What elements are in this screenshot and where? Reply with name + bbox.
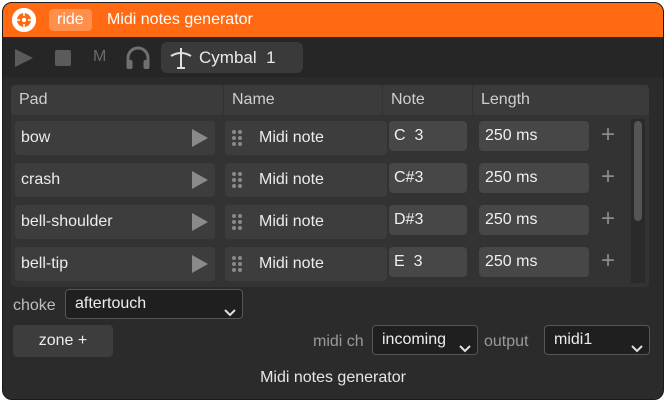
table-row: bell-shoulder Midi note D#3 250 ms + (11, 203, 631, 243)
midi-ch-select[interactable]: incoming (372, 325, 478, 355)
headphones-icon[interactable] (123, 43, 153, 78)
cymbal-icon (169, 47, 193, 74)
add-button[interactable]: + (601, 123, 615, 147)
length-field[interactable]: 250 ms (479, 163, 589, 193)
length-field[interactable]: 250 ms (479, 121, 589, 151)
play-icon[interactable] (191, 171, 209, 194)
choke-label: choke (13, 297, 56, 314)
choke-select[interactable]: aftertouch (65, 289, 243, 319)
scrollbar[interactable] (631, 119, 645, 283)
name-label: Midi note (259, 171, 324, 188)
zone-add-button[interactable]: zone + (13, 325, 113, 357)
mute-button[interactable]: M (93, 48, 106, 66)
play-icon[interactable] (191, 255, 209, 278)
midi-ch-value: incoming (382, 331, 447, 348)
pad-table: Pad Name Note Length bow Midi note C 3 2… (11, 85, 649, 287)
note-field[interactable]: D#3 (389, 205, 467, 235)
note-field[interactable]: E 3 (389, 247, 467, 277)
footer-title: Midi notes generator (260, 369, 406, 386)
instrument-selector[interactable]: Cymbal 1 (161, 42, 303, 73)
table-row: bow Midi note C 3 250 ms + (11, 119, 631, 159)
pad-cell[interactable]: bell-shoulder (15, 205, 215, 239)
midi-ch-label: midi ch (313, 333, 364, 350)
add-button[interactable]: + (601, 207, 615, 231)
chevron-down-icon (631, 335, 643, 363)
pad-label: crash (21, 171, 61, 188)
scrollbar-thumb[interactable] (634, 121, 642, 221)
pad-label: bell-tip (21, 255, 69, 272)
name-label: Midi note (259, 129, 324, 146)
pad-cell[interactable]: crash (15, 163, 215, 197)
title-bar: ride Midi notes generator (3, 3, 663, 37)
name-label: Midi note (259, 213, 324, 230)
drag-handle-icon[interactable] (231, 255, 243, 278)
note-field[interactable]: C#3 (389, 163, 467, 193)
name-cell[interactable]: Midi note (225, 121, 387, 155)
plugin-window: ride Midi notes generator M Cymbal 1 Pad… (2, 2, 664, 400)
pad-tag[interactable]: ride (49, 9, 92, 31)
output-select[interactable]: midi1 (544, 325, 650, 355)
toolbar: M Cymbal 1 (3, 39, 663, 77)
chevron-down-icon (224, 299, 236, 327)
stop-icon[interactable] (55, 50, 71, 66)
play-icon[interactable] (191, 213, 209, 236)
drag-handle-icon[interactable] (231, 129, 243, 152)
table-row: bell-tip Midi note E 3 250 ms + (11, 245, 631, 285)
output-value: midi1 (554, 331, 593, 348)
name-label: Midi note (259, 255, 324, 272)
play-icon[interactable] (13, 48, 35, 73)
choke-value: aftertouch (75, 295, 147, 312)
length-field[interactable]: 250 ms (479, 205, 589, 235)
note-field[interactable]: C 3 (389, 121, 467, 151)
length-field[interactable]: 250 ms (479, 247, 589, 277)
add-button[interactable]: + (601, 165, 615, 189)
name-cell[interactable]: Midi note (225, 247, 387, 281)
pad-label: bell-shoulder (21, 213, 113, 230)
play-icon[interactable] (191, 129, 209, 152)
output-label: output (484, 333, 529, 350)
name-cell[interactable]: Midi note (225, 163, 387, 197)
chevron-down-icon (459, 335, 471, 363)
add-button[interactable]: + (601, 249, 615, 273)
pad-cell[interactable]: bow (15, 121, 215, 155)
pad-label: bow (21, 129, 51, 146)
instrument-name: Cymbal 1 (199, 48, 276, 67)
window-title: Midi notes generator (107, 11, 253, 28)
header-name: Name (224, 85, 382, 115)
logo-icon (12, 8, 36, 32)
header-note: Note (383, 85, 472, 115)
name-cell[interactable]: Midi note (225, 205, 387, 239)
pad-cell[interactable]: bell-tip (15, 247, 215, 281)
header-length: Length (473, 85, 649, 115)
drag-handle-icon[interactable] (231, 171, 243, 194)
header-pad: Pad (11, 85, 223, 115)
table-row: crash Midi note C#3 250 ms + (11, 161, 631, 201)
drag-handle-icon[interactable] (231, 213, 243, 236)
